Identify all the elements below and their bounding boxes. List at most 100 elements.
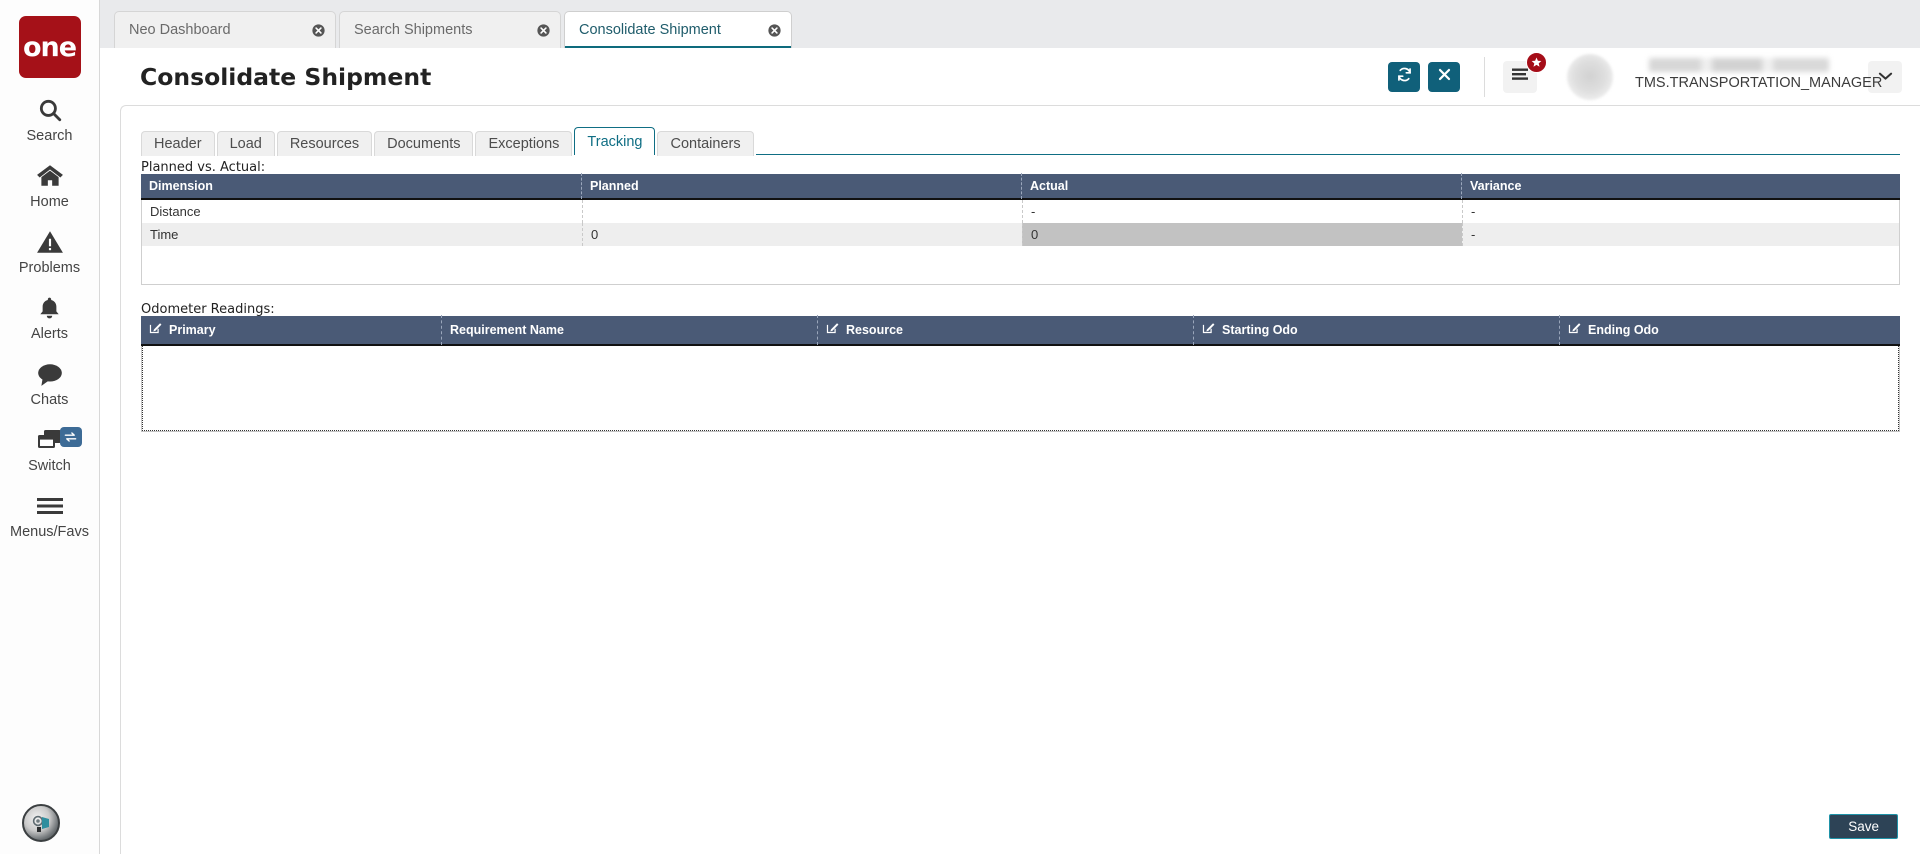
header-divider <box>1484 56 1485 97</box>
browser-tab-search-shipments[interactable]: Search Shipments <box>339 11 561 48</box>
refresh-icon <box>1396 66 1413 88</box>
cell-planned[interactable]: 0 <box>582 223 1022 246</box>
rail-label-home: Home <box>30 194 69 210</box>
close-circle-icon[interactable] <box>742 23 781 37</box>
odometer-empty-body <box>142 346 1899 431</box>
page-header: Consolidate Shipment TMS.TRANSPORTATION_… <box>100 48 1920 105</box>
rail-item-switch[interactable]: Switch <box>0 408 100 474</box>
header-actions: TMS.TRANSPORTATION_MANAGER <box>1380 51 1920 100</box>
column-header-resource[interactable]: Resource <box>817 315 1193 345</box>
tab-label: Resources <box>289 136 360 152</box>
tab-label: Load <box>229 136 262 152</box>
content-tab-bar: Header Load Resources Documents Exceptio… <box>141 127 1900 156</box>
browser-tab-neo-dashboard[interactable]: Neo Dashboard <box>114 11 336 48</box>
column-label: Resource <box>846 323 903 337</box>
close-page-button[interactable] <box>1428 61 1460 92</box>
odometer-header-row: Primary Requirement Name Resource Starti… <box>141 315 1900 346</box>
bell-icon <box>37 293 62 323</box>
rail-label-alerts: Alerts <box>30 326 69 342</box>
tab-header[interactable]: Header <box>141 131 215 156</box>
odometer-readings-grid: Primary Requirement Name Resource Starti… <box>141 315 1900 432</box>
column-header-requirement-name[interactable]: Requirement Name <box>441 315 817 345</box>
rail-item-problems[interactable]: Problems <box>0 210 100 276</box>
cell-actual-selected[interactable]: 0 <box>1022 223 1462 246</box>
browser-tab-label: Neo Dashboard <box>129 22 231 38</box>
save-button[interactable]: Save <box>1829 814 1898 839</box>
warning-triangle-icon <box>36 227 64 257</box>
planned-vs-actual-header-row: Dimension Planned Actual Variance <box>141 173 1900 200</box>
table-row[interactable]: Distance - - <box>142 200 1899 223</box>
rail-label-switch: Switch <box>28 458 71 474</box>
pencil-square-icon <box>149 315 162 345</box>
user-name-redacted <box>1649 57 1829 72</box>
one-logo[interactable]: one <box>18 16 81 78</box>
rail-label-menus-favs: Menus/Favs <box>10 524 89 540</box>
cell-variance[interactable]: - <box>1462 200 1899 223</box>
refresh-button[interactable] <box>1388 61 1420 92</box>
tab-label: Documents <box>387 136 461 152</box>
left-nav-rail: one Search Home Problems Alerts Chats Sw… <box>0 0 100 854</box>
tab-label: Tracking <box>587 133 643 150</box>
rail-item-alerts[interactable]: Alerts <box>0 276 100 342</box>
planned-vs-actual-body: Distance - - Time 0 0 - <box>141 200 1900 285</box>
rail-label-problems: Problems <box>18 260 81 276</box>
tab-tracking[interactable]: Tracking <box>574 127 656 155</box>
star-icon <box>1526 51 1547 73</box>
column-label: Ending Odo <box>1588 323 1659 337</box>
cell-planned[interactable] <box>582 200 1022 223</box>
pencil-square-icon <box>1202 315 1215 345</box>
pencil-square-icon <box>826 315 839 345</box>
tab-resources[interactable]: Resources <box>276 131 373 156</box>
tab-label: Header <box>154 136 202 152</box>
column-header-starting-odo[interactable]: Starting Odo <box>1193 315 1559 345</box>
column-label: Requirement Name <box>450 323 564 337</box>
chat-bubble-icon <box>36 359 64 389</box>
tab-exceptions[interactable]: Exceptions <box>475 131 573 156</box>
cell-dimension[interactable]: Distance <box>142 200 582 223</box>
avatar[interactable] <box>1567 53 1613 100</box>
tab-label: Containers <box>670 136 741 152</box>
column-label: Starting Odo <box>1222 323 1298 337</box>
rail-label-chats: Chats <box>30 392 69 408</box>
column-header-primary[interactable]: Primary <box>141 315 441 345</box>
rail-item-chats[interactable]: Chats <box>0 342 100 408</box>
close-circle-icon[interactable] <box>286 23 325 37</box>
list-menu-icon <box>1511 67 1529 86</box>
tab-load[interactable]: Load <box>216 131 275 156</box>
column-header-planned[interactable]: Planned <box>581 173 1021 199</box>
tab-documents[interactable]: Documents <box>374 131 474 156</box>
close-x-icon <box>1437 67 1452 87</box>
home-icon <box>36 161 64 191</box>
browser-tab-label: Consolidate Shipment <box>579 22 721 38</box>
cell-variance[interactable]: - <box>1462 223 1899 246</box>
page-title: Consolidate Shipment <box>140 62 432 91</box>
tab-bar-filler <box>755 154 1900 155</box>
cell-dimension[interactable]: Time <box>142 223 582 246</box>
rail-item-menus-favs[interactable]: Menus/Favs <box>0 474 100 540</box>
assistant-avatar-icon[interactable] <box>22 804 60 842</box>
column-header-actual[interactable]: Actual <box>1021 173 1461 199</box>
close-circle-icon[interactable] <box>511 23 550 37</box>
table-row[interactable]: Time 0 0 - <box>142 223 1899 246</box>
search-icon <box>37 95 63 125</box>
browser-tab-consolidate-shipment[interactable]: Consolidate Shipment <box>564 11 792 49</box>
column-label: Primary <box>169 323 216 337</box>
column-header-variance[interactable]: Variance <box>1461 173 1900 199</box>
cell-actual[interactable]: - <box>1022 200 1462 223</box>
tab-containers[interactable]: Containers <box>657 131 754 156</box>
rail-label-search: Search <box>26 128 73 144</box>
pencil-square-icon <box>1568 315 1581 345</box>
rail-item-search[interactable]: Search <box>0 78 100 144</box>
browser-tab-strip: Neo Dashboard Search Shipments Consolida… <box>100 0 1920 49</box>
header-menu-button[interactable] <box>1503 51 1547 93</box>
user-role-label: TMS.TRANSPORTATION_MANAGER <box>1635 74 1883 91</box>
content-card: Header Load Resources Documents Exceptio… <box>120 105 1920 854</box>
swap-arrows-icon[interactable] <box>59 427 82 447</box>
user-identity: TMS.TRANSPORTATION_MANAGER <box>1635 55 1882 99</box>
column-header-dimension[interactable]: Dimension <box>141 173 581 199</box>
odometer-grid-outer <box>141 346 1900 432</box>
column-header-ending-odo[interactable]: Ending Odo <box>1559 315 1900 345</box>
rail-item-home[interactable]: Home <box>0 144 100 210</box>
grid-empty-space <box>142 246 1899 284</box>
footer-action-bar: Save <box>121 808 1920 854</box>
